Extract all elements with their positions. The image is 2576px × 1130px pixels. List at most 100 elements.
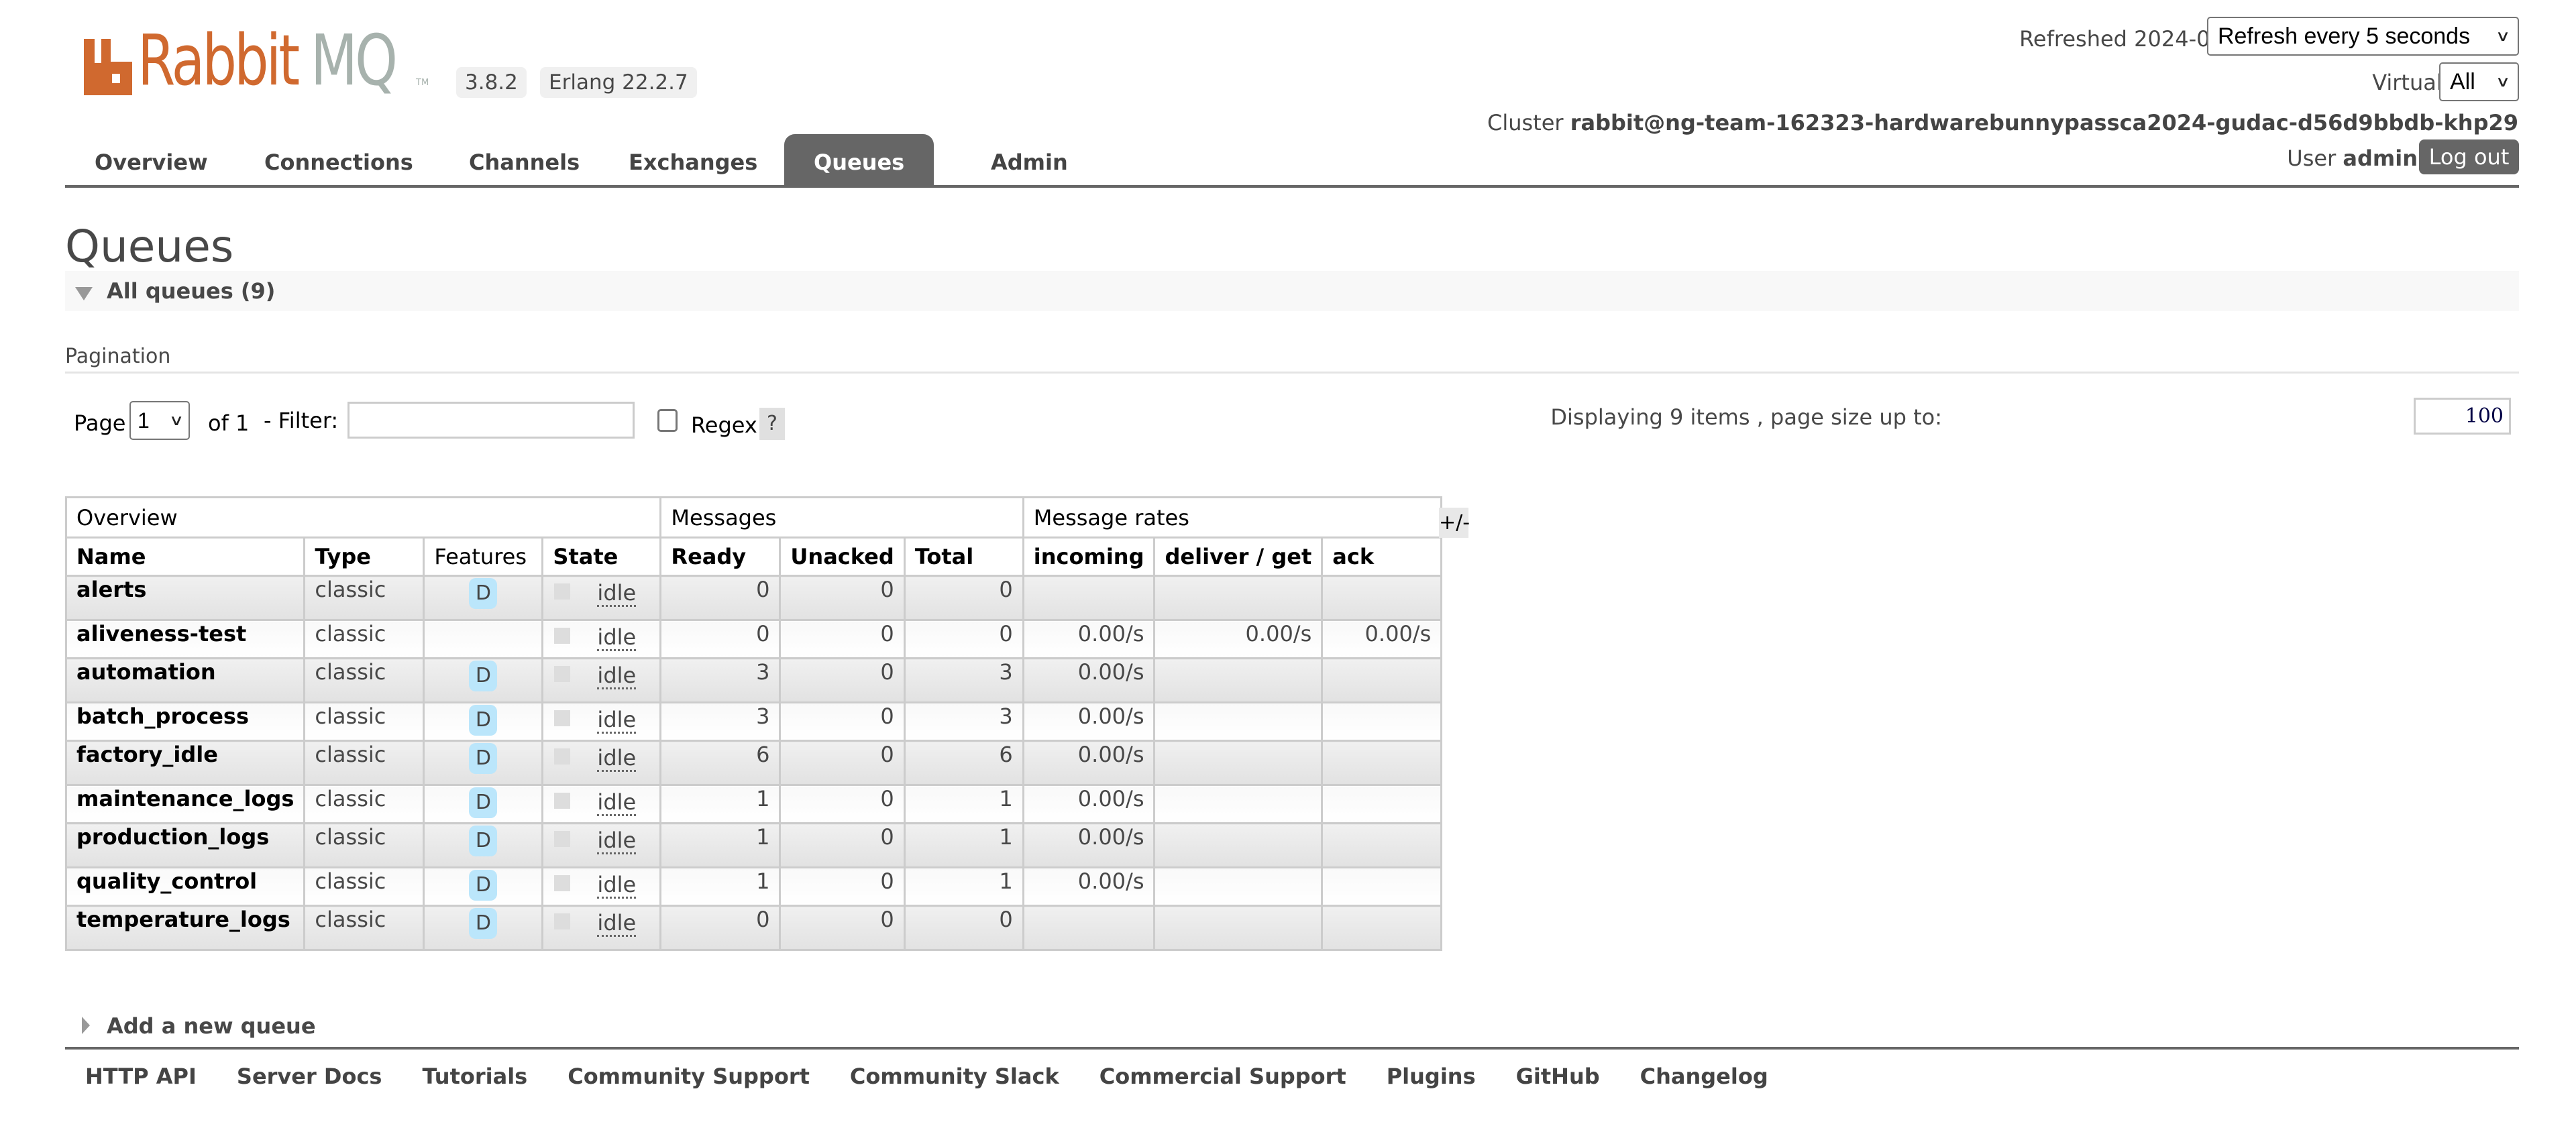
- tab-channels[interactable]: Channels: [439, 134, 609, 186]
- rate-incoming: 0.00/s: [1022, 740, 1156, 786]
- queue-name-link[interactable]: factory_idle: [64, 740, 306, 786]
- rate-incoming: 0.00/s: [1022, 822, 1156, 868]
- footer-link-server-docs[interactable]: Server Docs: [237, 1062, 382, 1091]
- rate-deliver-get: 0.00/s: [1153, 619, 1324, 659]
- rate-ack: [1321, 740, 1443, 786]
- all-queues-heading: All queues (9): [107, 278, 276, 304]
- rabbitmq-version-badge: 3.8.2: [456, 67, 527, 98]
- queue-name-link[interactable]: batch_process: [64, 701, 306, 742]
- chevron-down-icon: ∨: [2495, 73, 2511, 90]
- column-header-features: Features: [423, 536, 544, 577]
- column-header-ack[interactable]: ack: [1321, 536, 1443, 577]
- filter-label: - Filter:: [264, 408, 339, 433]
- page-count-label: of 1: [208, 410, 250, 436]
- column-header-unacked[interactable]: Unacked: [779, 536, 906, 577]
- column-header-type[interactable]: Type: [303, 536, 425, 577]
- rate-deliver-get: [1153, 784, 1324, 824]
- refresh-interval-value: Refresh every 5 seconds: [2218, 23, 2471, 49]
- all-queues-section-toggle[interactable]: All queues (9): [65, 271, 2519, 311]
- column-header-incoming[interactable]: incoming: [1022, 536, 1156, 577]
- footer-link-commercial-support[interactable]: Commercial Support: [1099, 1062, 1346, 1091]
- footer-link-community-slack[interactable]: Community Slack: [850, 1062, 1059, 1091]
- rabbitmq-logo[interactable]: Rabbit MQ TM: [84, 25, 433, 101]
- virtual-host-select[interactable]: All ∨: [2439, 62, 2519, 101]
- footer-link-community-support[interactable]: Community Support: [568, 1062, 810, 1091]
- logo-text-mq: MQ: [311, 19, 398, 101]
- state-indicator-icon: [554, 913, 571, 929]
- durable-feature-badge: D: [469, 578, 498, 609]
- queue-state: idle: [541, 866, 662, 907]
- column-header-deliver-get[interactable]: deliver / get: [1153, 536, 1324, 577]
- page-size-input[interactable]: 100: [2414, 398, 2511, 435]
- rate-incoming: 0.00/s: [1022, 866, 1156, 907]
- filter-input[interactable]: [347, 402, 635, 439]
- messages-total: 0: [903, 905, 1024, 951]
- rate-ack: [1321, 784, 1443, 824]
- rate-incoming: 0.00/s: [1022, 657, 1156, 703]
- messages-unacked: 0: [779, 740, 906, 786]
- rate-deliver-get: [1153, 866, 1324, 907]
- queue-row: aliveness-test classic idle 0 0 0 0.00/s…: [64, 619, 1443, 659]
- queue-name-link[interactable]: aliveness-test: [64, 619, 306, 659]
- queue-features: D: [423, 905, 544, 951]
- state-indicator-icon: [554, 583, 571, 600]
- page-select[interactable]: 1 ∨: [129, 401, 190, 440]
- virtual-host-value: All: [2450, 68, 2475, 95]
- durable-feature-badge: D: [469, 870, 498, 901]
- queue-name-link[interactable]: automation: [64, 657, 306, 703]
- pagination-heading: Pagination: [65, 345, 171, 368]
- queue-row: factory_idle classic D idle 6 0 6 0.00/s: [64, 740, 1443, 786]
- tab-overview[interactable]: Overview: [65, 134, 237, 186]
- collapse-triangle-icon: [75, 287, 93, 300]
- rate-ack: [1321, 657, 1443, 703]
- footer-link-tutorials[interactable]: Tutorials: [422, 1062, 527, 1091]
- tab-connections[interactable]: Connections: [235, 134, 443, 186]
- queue-type: classic: [303, 701, 425, 742]
- queue-state: idle: [541, 740, 662, 786]
- queue-name-link[interactable]: alerts: [64, 575, 306, 621]
- footer-link-github[interactable]: GitHub: [1516, 1062, 1600, 1091]
- queue-name-link[interactable]: quality_control: [64, 866, 306, 907]
- column-header-total[interactable]: Total: [903, 536, 1024, 577]
- queue-type: classic: [303, 905, 425, 951]
- chevron-down-icon: ∨: [2495, 27, 2511, 44]
- footer-link-http-api[interactable]: HTTP API: [85, 1062, 197, 1091]
- footer-link-plugins[interactable]: Plugins: [1387, 1062, 1476, 1091]
- queue-state-text: idle: [597, 910, 637, 937]
- footer-link-changelog[interactable]: Changelog: [1640, 1062, 1768, 1091]
- tab-queues[interactable]: Queues: [784, 134, 934, 186]
- tab-exchanges[interactable]: Exchanges: [599, 134, 787, 186]
- queue-name-link[interactable]: temperature_logs: [64, 905, 306, 951]
- regex-checkbox[interactable]: [657, 409, 678, 432]
- tab-admin[interactable]: Admin: [961, 134, 1097, 186]
- durable-feature-badge: D: [469, 743, 498, 774]
- rabbit-logo-icon: [84, 39, 132, 95]
- column-header-ready[interactable]: Ready: [659, 536, 782, 577]
- cluster-info: Cluster rabbit@ng-team-162323-hardwarebu…: [1487, 109, 2518, 136]
- queue-type: classic: [303, 657, 425, 703]
- queue-features: D: [423, 657, 544, 703]
- queue-name-link[interactable]: production_logs: [64, 822, 306, 868]
- toggle-columns-button[interactable]: +/-: [1439, 508, 1470, 538]
- page-select-value: 1: [138, 408, 150, 433]
- footer-links: HTTP API Server Docs Tutorials Community…: [65, 1062, 1788, 1091]
- column-group-header-row: Overview Messages Message rates: [64, 496, 1443, 539]
- queue-state: idle: [541, 657, 662, 703]
- messages-ready: 0: [659, 575, 782, 621]
- messages-ready: 3: [659, 657, 782, 703]
- column-header-state[interactable]: State: [541, 536, 662, 577]
- column-header-name[interactable]: Name: [64, 536, 306, 577]
- state-indicator-icon: [554, 666, 571, 682]
- queue-type: classic: [303, 866, 425, 907]
- queue-features: D: [423, 740, 544, 786]
- refresh-interval-select[interactable]: Refresh every 5 seconds ∨: [2207, 17, 2519, 56]
- queue-state-text: idle: [597, 624, 637, 651]
- messages-ready: 1: [659, 866, 782, 907]
- regex-help-button[interactable]: ?: [759, 408, 785, 440]
- add-new-queue-heading: Add a new queue: [107, 1013, 316, 1039]
- messages-unacked: 0: [779, 575, 906, 621]
- cluster-name: rabbit@ng-team-162323-hardwarebunnypassc…: [1570, 110, 2518, 135]
- displaying-items-label: Displaying 9 items , page size up to:: [1550, 404, 1942, 430]
- rate-incoming: 0.00/s: [1022, 701, 1156, 742]
- queue-name-link[interactable]: maintenance_logs: [64, 784, 306, 824]
